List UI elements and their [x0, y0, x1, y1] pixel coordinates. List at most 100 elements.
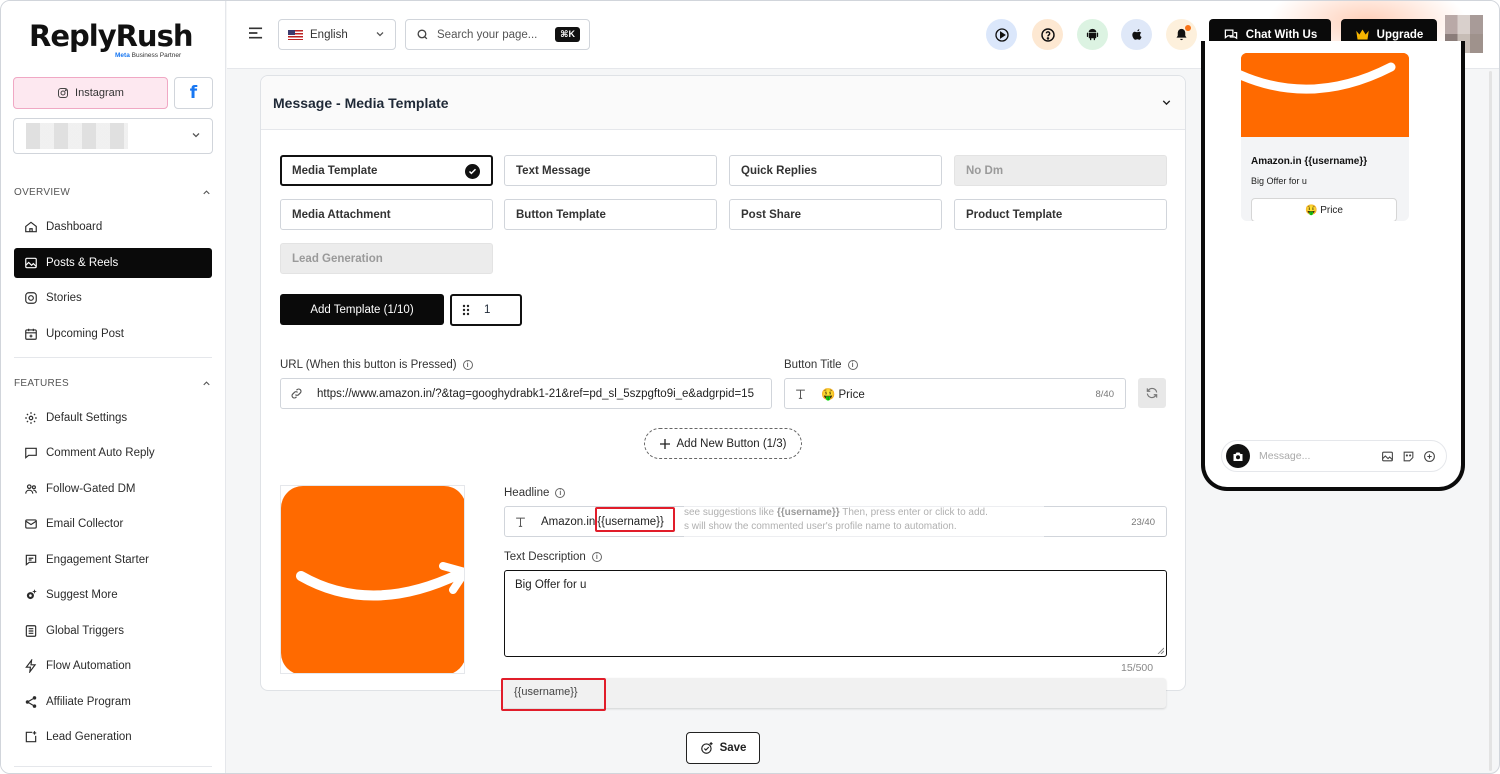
amazon-logo-icon [281, 486, 464, 673]
sidebar-item-label: Affiliate Program [46, 696, 131, 708]
menu-toggle-icon[interactable] [249, 27, 263, 39]
preview-price-button[interactable]: 🤑 Price [1251, 198, 1397, 221]
sidebar-item-label: Global Triggers [46, 625, 124, 637]
video-tutorial-button[interactable] [986, 19, 1017, 50]
option-post-share[interactable]: Post Share [729, 199, 942, 230]
help-button[interactable] [1032, 19, 1063, 50]
info-icon[interactable]: i [462, 360, 473, 370]
sidebar-item-follow-gated-dm[interactable]: Follow-Gated DM [14, 474, 212, 504]
option-text-message[interactable]: Text Message [504, 155, 717, 186]
gear-icon [25, 412, 37, 424]
sidebar-item-flow-automation[interactable]: Flow Automation [14, 651, 212, 681]
sidebar-item-stories[interactable]: Stories [14, 283, 212, 313]
sidebar-item-suggest-more[interactable]: Suggest More [14, 580, 212, 610]
save-button[interactable]: Save [686, 732, 760, 764]
headline-label-text: Headline [504, 487, 550, 499]
add-template-button[interactable]: Add Template (1/10) [280, 294, 444, 325]
search-input[interactable]: Search your page... ⌘K [405, 19, 590, 50]
features-section-header[interactable]: FEATURES [14, 378, 212, 389]
image-icon [25, 257, 37, 269]
features-title: FEATURES [14, 378, 69, 389]
chat-icon [25, 554, 37, 566]
sidebar-item-engagement-starter[interactable]: Engagement Starter [14, 545, 212, 575]
sidebar-item-dashboard[interactable]: Dashboard [14, 212, 212, 242]
option-media-template[interactable]: Media Template [280, 155, 493, 186]
amazon-logo-icon [1241, 53, 1409, 137]
overview-title: OVERVIEW [14, 187, 71, 198]
language-value: English [310, 28, 348, 41]
description-label-text: Text Description [504, 551, 586, 563]
add-new-button[interactable]: Add New Button (1/3) [644, 428, 802, 459]
sidebar-item-default-settings[interactable]: Default Settings [14, 403, 212, 433]
notifications-button[interactable] [1166, 19, 1197, 50]
template-index-selector[interactable]: 1 [450, 294, 522, 326]
add-template-label: Add Template (1/10) [310, 303, 414, 316]
option-label: No Dm [966, 164, 1004, 177]
description-textarea[interactable]: Big Offer for u [504, 570, 1167, 657]
url-input[interactable]: https://www.amazon.in/?&tag=googhydrabk1… [280, 378, 772, 409]
option-button-template[interactable]: Button Template [504, 199, 717, 230]
overview-section-header[interactable]: OVERVIEW [14, 187, 212, 198]
template-index: 1 [484, 304, 491, 316]
instagram-platform-button[interactable]: Instagram [13, 77, 168, 109]
sidebar-item-comment-auto-reply[interactable]: Comment Auto Reply [14, 438, 212, 468]
chevron-up-icon [203, 381, 210, 386]
search-placeholder: Search your page... [437, 28, 538, 41]
option-product-template[interactable]: Product Template [954, 199, 1167, 230]
add-new-button-label: Add New Button (1/3) [676, 437, 787, 450]
sidebar-item-affiliate-program[interactable]: Affiliate Program [14, 687, 212, 717]
preview-description: Big Offer for u [1251, 176, 1307, 186]
sidebar-item-label: Posts & Reels [46, 257, 119, 269]
facebook-platform-button[interactable]: f [174, 77, 213, 109]
sidebar-item-posts-reels[interactable]: Posts & Reels [14, 248, 212, 278]
description-value: Big Offer for u [515, 579, 587, 591]
info-icon[interactable]: i [847, 360, 858, 370]
help-icon [1040, 27, 1055, 42]
ios-app-button[interactable] [1121, 19, 1152, 50]
chat-button-label: Chat With Us [1245, 28, 1318, 41]
language-select[interactable]: English [278, 19, 396, 50]
play-icon [994, 27, 1009, 42]
text-type-icon [785, 388, 815, 400]
account-select[interactable] [13, 118, 213, 154]
brand-name: ReplyRush [29, 19, 193, 53]
drag-handle-icon[interactable] [462, 304, 470, 316]
checkmark-icon [465, 164, 480, 179]
instagram-icon [25, 292, 37, 304]
media-preview-image[interactable] [280, 485, 465, 674]
sidebar-item-label: Suggest More [46, 589, 118, 601]
chevron-down-icon [192, 133, 200, 138]
android-app-button[interactable] [1077, 19, 1108, 50]
sidebar-item-upcoming-post[interactable]: Upcoming Post [14, 319, 212, 349]
sidebar-item-label: Follow-Gated DM [46, 483, 136, 495]
card-header[interactable]: Message - Media Template [261, 76, 1185, 130]
sidebar-item-global-triggers[interactable]: Global Triggers [14, 616, 212, 646]
text-type-icon [505, 516, 535, 528]
info-icon[interactable]: i [555, 488, 566, 498]
calendar-icon [25, 328, 37, 340]
sidebar: ReplyRush Meta Business Partner Instagra… [1, 1, 226, 773]
sidebar-item-lead-generation[interactable]: Lead Generation [14, 722, 212, 752]
info-icon[interactable]: i [591, 552, 602, 562]
card-title: Message - Media Template [273, 95, 449, 111]
resize-handle-icon[interactable] [1156, 646, 1164, 654]
chevron-down-icon[interactable] [1160, 96, 1173, 109]
refresh-button[interactable] [1138, 378, 1166, 408]
button-title-input[interactable]: 🤑 Price 8/40 [784, 378, 1126, 409]
users-icon [25, 484, 37, 494]
account-name-blurred [26, 123, 128, 149]
preview-button-label: 🤑 Price [1304, 204, 1343, 216]
option-label: Quick Replies [741, 164, 818, 177]
option-media-attachment[interactable]: Media Attachment [280, 199, 493, 230]
page-scrollbar[interactable] [1488, 71, 1493, 771]
notification-dot [1185, 25, 1191, 31]
tip-text-post: Then, press enter or click to add. [842, 507, 988, 518]
option-quick-replies[interactable]: Quick Replies [729, 155, 942, 186]
camera-icon [1226, 444, 1250, 468]
option-lead-generation: Lead Generation [280, 243, 493, 274]
sidebar-item-label: Engagement Starter [46, 554, 149, 566]
url-label-text: URL (When this button is Pressed) [280, 359, 457, 371]
sidebar-item-label: Stories [46, 292, 82, 304]
sidebar-item-email-collector[interactable]: Email Collector [14, 509, 212, 539]
link-icon [281, 387, 311, 400]
